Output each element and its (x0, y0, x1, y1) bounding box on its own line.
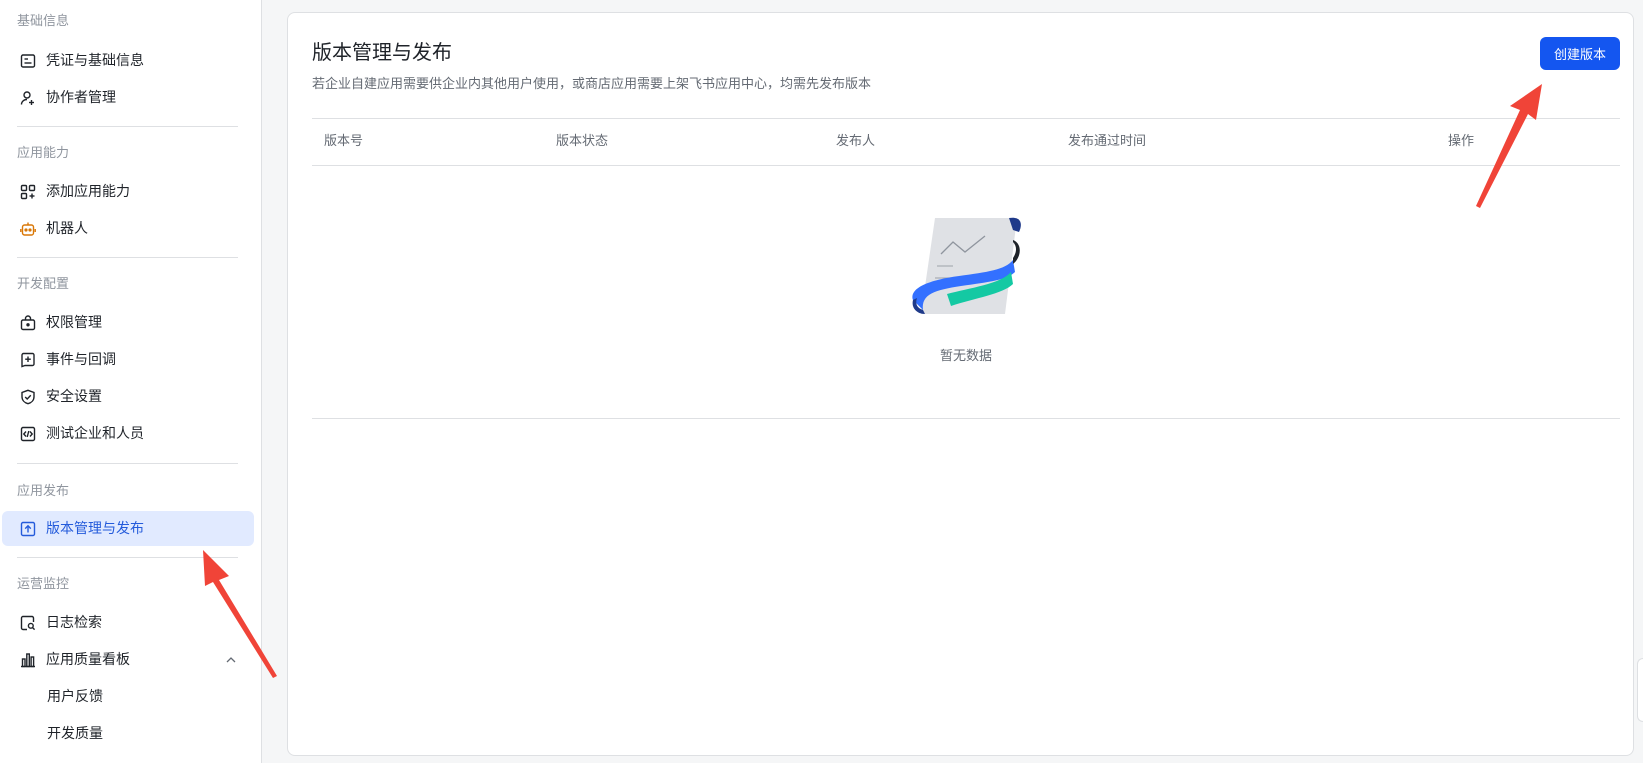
sidebar-item-label: 版本管理与发布 (46, 520, 144, 537)
sidebar-item-label: 添加应用能力 (46, 183, 130, 200)
user-add-icon (19, 89, 37, 107)
sidebar-item-label: 测试企业和人员 (46, 425, 144, 442)
sidebar-divider (17, 126, 238, 127)
create-version-button[interactable]: 创建版本 (1540, 37, 1620, 70)
group-title-app-capabilities: 应用能力 (17, 146, 70, 161)
sidebar-item-test-users[interactable]: 测试企业和人员 (2, 416, 254, 451)
credential-icon (19, 52, 37, 70)
sidebar-item-events-callbacks[interactable]: 事件与回调 (2, 342, 254, 377)
robot-icon (19, 220, 37, 238)
sidebar-item-label: 机器人 (46, 220, 88, 237)
event-icon (19, 351, 37, 369)
empty-data-text: 暂无数据 (939, 349, 992, 364)
sidebar: 基础信息 凭证与基础信息 协作者管理 应用能力 添加应用能力 机器人 开发配置 … (0, 0, 262, 763)
sidebar-item-robot[interactable]: 机器人 (2, 211, 254, 246)
sidebar-item-label: 安全设置 (46, 388, 102, 405)
group-title-basic-info: 基础信息 (17, 14, 70, 29)
column-header-actions: 操作 (1448, 134, 1475, 149)
empty-data-illustration (909, 214, 1029, 318)
sidebar-item-label: 日志检索 (46, 614, 102, 631)
sidebar-divider (17, 557, 238, 558)
sidebar-item-label: 凭证与基础信息 (46, 52, 144, 69)
shield-icon (19, 388, 37, 406)
column-header-publisher: 发布人 (836, 134, 876, 149)
sidebar-item-security[interactable]: 安全设置 (2, 379, 254, 414)
group-title-dev-config: 开发配置 (17, 277, 70, 292)
upload-box-icon (19, 520, 37, 538)
sidebar-item-label: 事件与回调 (46, 351, 116, 368)
sidebar-item-permissions[interactable]: 权限管理 (2, 305, 254, 340)
sidebar-item-label: 权限管理 (46, 314, 102, 331)
sidebar-item-label: 开发质量 (47, 725, 103, 742)
column-header-status: 版本状态 (556, 134, 609, 149)
sidebar-item-version-release[interactable]: 版本管理与发布 (2, 511, 254, 546)
sidebar-divider (17, 463, 238, 464)
apps-add-icon (19, 183, 37, 201)
sidebar-item-collaborators[interactable]: 协作者管理 (2, 80, 254, 115)
page-description: 若企业自建应用需要供企业内其他用户使用，或商店应用需要上架飞书应用中心，均需先发… (312, 77, 872, 92)
chevron-up-icon[interactable] (224, 652, 238, 666)
table-empty-state: 暂无数据 (312, 166, 1620, 419)
group-title-app-release: 应用发布 (17, 484, 70, 499)
sidebar-divider (17, 257, 238, 258)
code-box-icon (19, 425, 37, 443)
sidebar-item-credentials[interactable]: 凭证与基础信息 (2, 43, 254, 78)
version-table: 版本号 版本状态 发布人 发布通过时间 操作 暂无数据 (312, 118, 1620, 419)
version-management-card: 版本管理与发布 若企业自建应用需要供企业内其他用户使用，或商店应用需要上架飞书应… (287, 12, 1634, 756)
column-header-approved-time: 发布通过时间 (1068, 134, 1147, 149)
column-header-version: 版本号 (324, 134, 364, 149)
sidebar-item-quality-dashboard[interactable]: 应用质量看板 (2, 642, 254, 677)
sidebar-item-user-feedback[interactable]: 用户反馈 (2, 679, 254, 714)
lock-box-icon (19, 314, 37, 332)
sidebar-item-label: 用户反馈 (47, 688, 103, 705)
sidebar-item-dev-quality[interactable]: 开发质量 (2, 716, 254, 751)
sidebar-item-label: 协作者管理 (46, 89, 116, 106)
side-panel-handle[interactable] (1637, 658, 1643, 722)
table-header: 版本号 版本状态 发布人 发布通过时间 操作 (312, 119, 1620, 166)
page-title: 版本管理与发布 (312, 40, 452, 64)
sidebar-item-label: 应用质量看板 (46, 651, 130, 668)
sidebar-item-add-capability[interactable]: 添加应用能力 (2, 174, 254, 209)
log-search-icon (19, 614, 37, 632)
group-title-ops-monitor: 运营监控 (17, 577, 70, 592)
bar-chart-icon (19, 651, 37, 669)
sidebar-item-log-search[interactable]: 日志检索 (2, 605, 254, 640)
